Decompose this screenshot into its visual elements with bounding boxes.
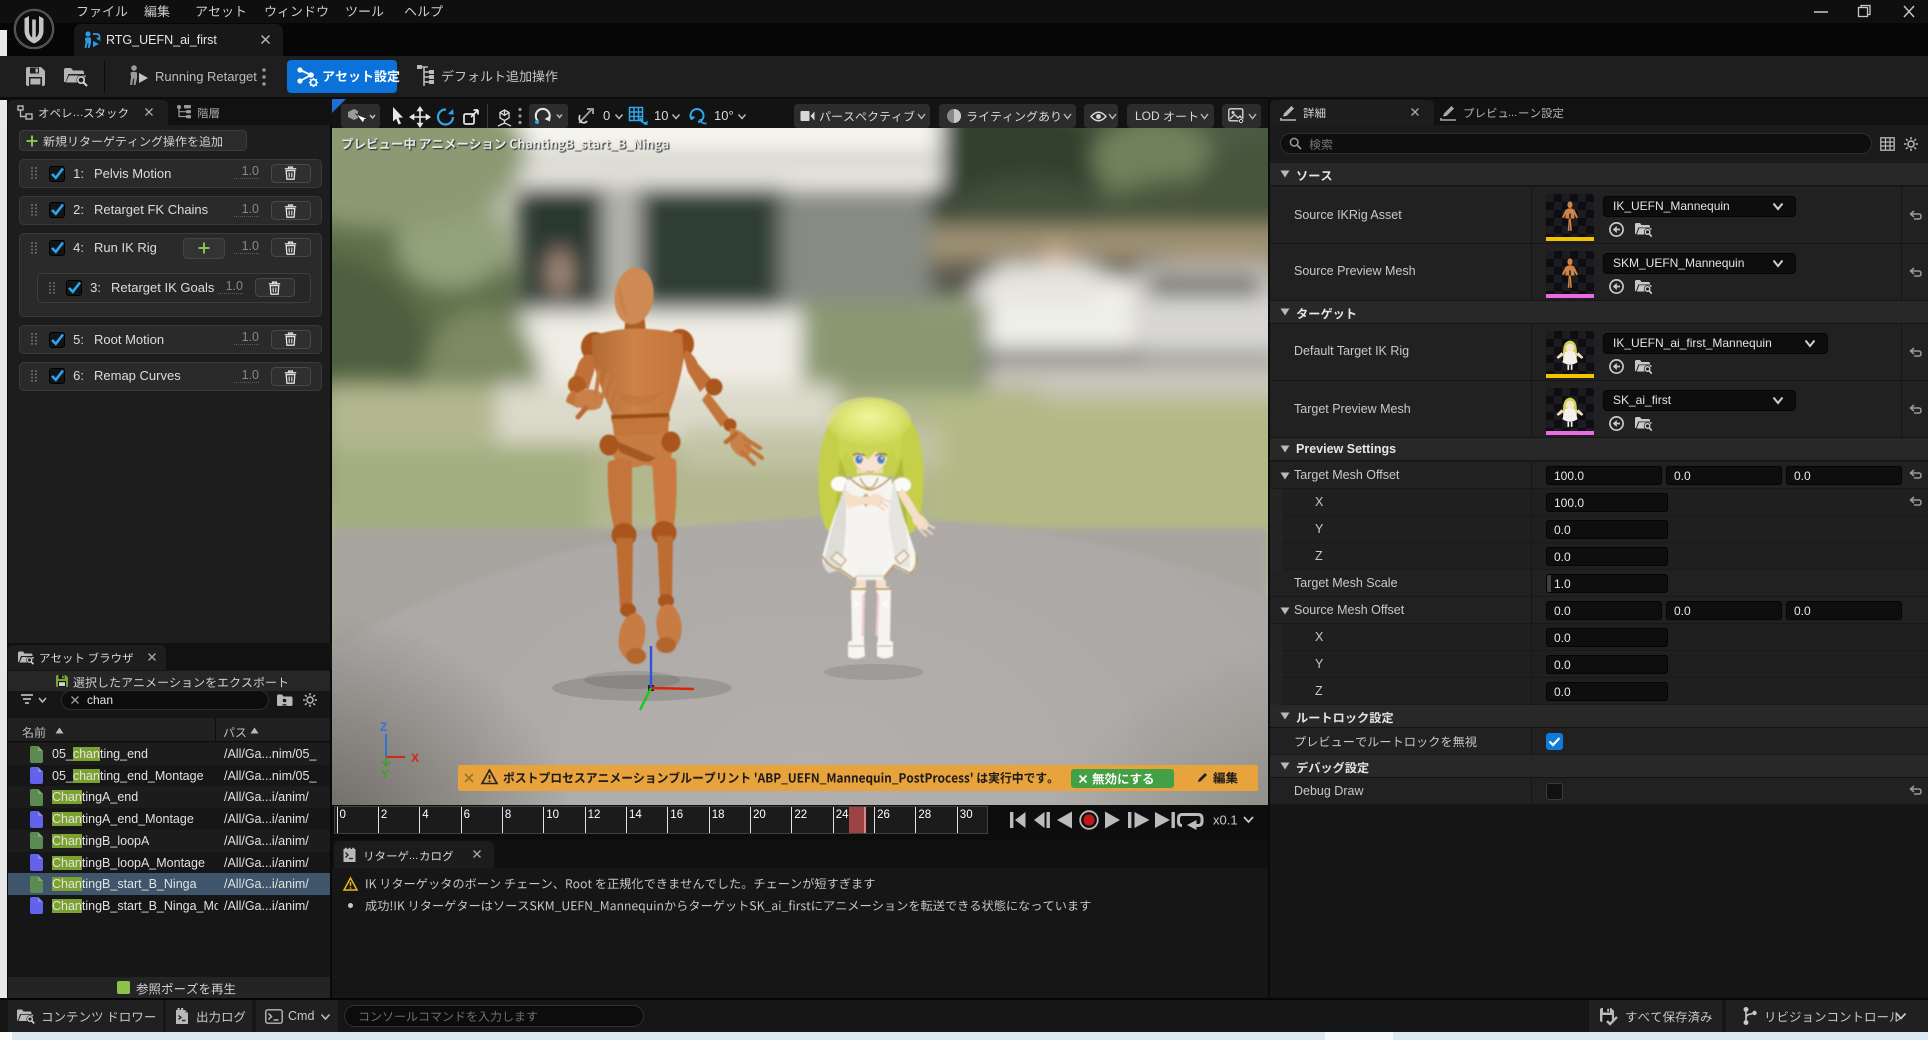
svg-text:X: X	[411, 751, 419, 765]
svg-text:Y: Y	[381, 767, 389, 781]
svg-text:Z: Z	[380, 720, 387, 734]
svg-text:x0.1: x0.1	[1213, 813, 1238, 828]
